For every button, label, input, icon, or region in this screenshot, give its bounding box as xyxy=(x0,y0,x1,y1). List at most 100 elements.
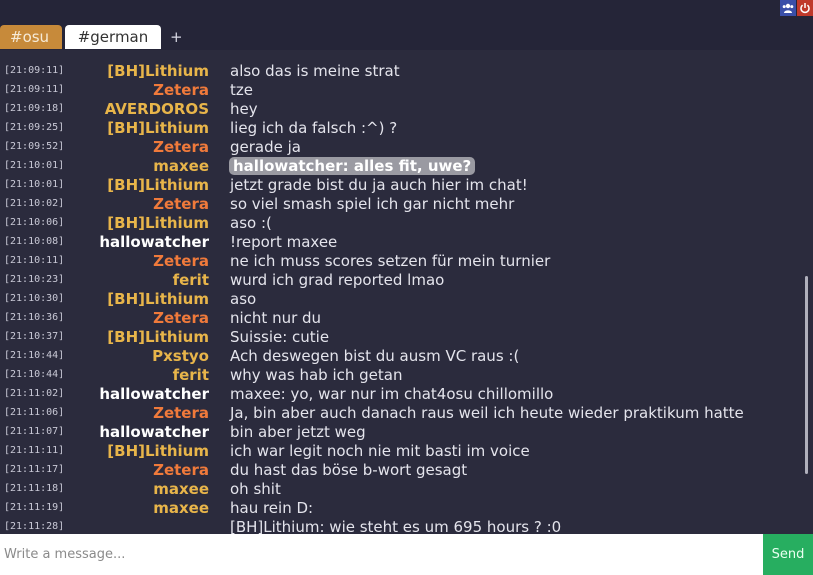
chat-scrollbar[interactable] xyxy=(805,276,808,474)
chat-message: [21:09:25] [BH]Lithium lieg ich da falsch … xyxy=(0,119,800,138)
message-nick[interactable]: Zetera xyxy=(153,404,209,422)
message-nick[interactable]: Zetera xyxy=(153,138,209,156)
chat-message: [21:10:44] Pxstyo Ach deswegen bist du aus… xyxy=(0,347,800,366)
chat-message: [21:10:23] ferit wurd ich grad reported lm… xyxy=(0,271,800,290)
chat-message: [21:10:08] hallowatcher !report maxee xyxy=(0,233,800,252)
message-timestamp: [21:11:19] xyxy=(4,502,65,513)
message-nick[interactable]: Zetera xyxy=(153,81,209,99)
message-text: ne ich muss scores setzen für mein turni… xyxy=(230,252,551,270)
message-timestamp: [21:10:44] xyxy=(4,350,65,361)
message-composer: Send xyxy=(0,534,813,575)
message-nick[interactable]: ferit xyxy=(173,271,209,289)
chat-message: [21:10:02] Zetera so viel smash spiel ich … xyxy=(0,195,800,214)
chat-message: [21:10:44] ferit why was hab ich getan xyxy=(0,366,800,385)
tab-osu[interactable]: #osu xyxy=(0,25,62,49)
chat-message: [21:09:11] Zetera tze xyxy=(0,81,800,100)
message-timestamp: [21:09:18] xyxy=(4,103,65,114)
users-icon[interactable] xyxy=(780,0,796,16)
message-text: hau rein D: xyxy=(230,499,314,517)
message-nick[interactable]: Zetera xyxy=(153,252,209,270)
message-nick[interactable]: Pxstyo xyxy=(152,347,209,365)
message-timestamp: [21:09:11] xyxy=(4,84,65,95)
message-nick[interactable]: hallowatcher xyxy=(99,233,209,251)
message-text: ich war legit noch nie mit basti im voic… xyxy=(230,442,530,460)
send-button[interactable]: Send xyxy=(763,534,813,575)
message-nick[interactable]: Zetera xyxy=(153,309,209,327)
message-text: lieg ich da falsch :^) ? xyxy=(230,119,398,137)
chat-message: [21:11:02] hallowatcher maxee: yo, war nur… xyxy=(0,385,800,404)
chat-message: [21:10:37] [BH]Lithium Suissie: cutie xyxy=(0,328,800,347)
channel-tabs: #osu #german + xyxy=(0,25,183,49)
message-timestamp: [21:11:07] xyxy=(4,426,65,437)
message-text: Ach deswegen bist du ausm VC raus :( xyxy=(230,347,520,365)
message-nick[interactable]: hallowatcher xyxy=(99,423,209,441)
message-timestamp: [21:09:11] xyxy=(4,65,65,76)
message-timestamp: [21:11:11] xyxy=(4,445,65,456)
highlighted-message: hallowatcher: alles fit, uwe? xyxy=(229,157,476,175)
message-nick[interactable]: [BH]Lithium xyxy=(107,214,209,232)
chat-message: [21:11:18] maxee oh shit xyxy=(0,480,800,499)
tab-german[interactable]: #german xyxy=(65,25,161,49)
message-nick[interactable]: maxee xyxy=(153,480,209,498)
message-text: so viel smash spiel ich gar nicht mehr xyxy=(230,195,515,213)
chat-message: [21:11:19] maxee hau rein D: xyxy=(0,499,800,518)
chat-message: [21:10:11] Zetera ne ich muss scores setze… xyxy=(0,252,800,271)
message-timestamp: [21:10:30] xyxy=(4,293,65,304)
message-timestamp: [21:10:36] xyxy=(4,312,65,323)
message-text: Ja, bin aber auch danach raus weil ich h… xyxy=(230,404,744,422)
message-timestamp: [21:10:02] xyxy=(4,198,65,209)
message-text: bin aber jetzt weg xyxy=(230,423,366,441)
message-text: hallowatcher: alles fit, uwe? xyxy=(229,157,476,175)
message-timestamp: [21:10:08] xyxy=(4,236,65,247)
message-text: gerade ja xyxy=(230,138,301,156)
message-text: Suissie: cutie xyxy=(230,328,330,346)
chat-message: [21:09:18] AVERDOROS hey xyxy=(0,100,800,119)
message-nick[interactable]: [BH]Lithium xyxy=(107,62,209,80)
message-nick[interactable]: Zetera xyxy=(153,195,209,213)
message-nick[interactable]: [BH]Lithium xyxy=(107,119,209,137)
chat-log[interactable]: [21:09:11] [BH]Lithium also das is meine s… xyxy=(0,50,813,534)
chat-message: [21:10:01] maxee hallowatcher: alles fit, … xyxy=(0,157,800,176)
chat-message: [21:09:52] Zetera gerade ja xyxy=(0,138,800,157)
message-timestamp: [21:10:37] xyxy=(4,331,65,342)
message-text: why was hab ich getan xyxy=(230,366,403,384)
message-nick[interactable]: maxee xyxy=(153,499,209,517)
message-text: du hast das böse b-wort gesagt xyxy=(230,461,468,479)
add-tab-button[interactable]: + xyxy=(170,25,183,49)
chat-message: [21:10:06] [BH]Lithium aso :( xyxy=(0,214,800,233)
message-timestamp: [21:09:25] xyxy=(4,122,65,133)
message-nick[interactable]: Zetera xyxy=(153,461,209,479)
power-icon[interactable] xyxy=(797,0,813,16)
message-nick[interactable]: [BH]Lithium xyxy=(107,328,209,346)
message-timestamp: [21:11:17] xyxy=(4,464,65,475)
message-nick[interactable]: [BH]Lithium xyxy=(107,176,209,194)
message-nick[interactable]: [BH]Lithium xyxy=(107,442,209,460)
message-nick[interactable]: ferit xyxy=(173,366,209,384)
message-nick[interactable]: maxee xyxy=(153,157,209,175)
top-bar: #osu #german + xyxy=(0,0,813,50)
message-text: hey xyxy=(230,100,258,118)
message-text: !report maxee xyxy=(230,233,338,251)
message-nick[interactable]: [BH]Lithium xyxy=(107,290,209,308)
chat-message: [21:11:07] hallowatcher bin aber jetzt weg xyxy=(0,423,800,442)
message-timestamp: [21:10:01] xyxy=(4,179,65,190)
message-timestamp: [21:10:06] xyxy=(4,217,65,228)
message-nick[interactable]: AVERDOROS xyxy=(105,100,209,118)
message-nick[interactable]: hallowatcher xyxy=(99,385,209,403)
chat-message: [21:11:11] [BH]Lithium ich war legit noch … xyxy=(0,442,800,461)
message-timestamp: [21:11:28] xyxy=(4,521,65,532)
message-timestamp: [21:11:06] xyxy=(4,407,65,418)
chat-message: [21:11:06] Zetera Ja, bin aber auch danach… xyxy=(0,404,800,423)
top-icons xyxy=(780,0,813,16)
message-timestamp: [21:09:52] xyxy=(4,141,65,152)
message-text: wurd ich grad reported lmao xyxy=(230,271,445,289)
message-text: tze xyxy=(230,81,253,99)
message-text: [BH]Lithium: wie steht es um 695 hours ?… xyxy=(230,518,562,534)
message-timestamp: [21:10:01] xyxy=(4,160,65,171)
chat-message: [21:10:01] [BH]Lithium jetzt grade bist du… xyxy=(0,176,800,195)
message-timestamp: [21:10:11] xyxy=(4,255,65,266)
message-text: aso xyxy=(230,290,257,308)
message-input[interactable] xyxy=(0,534,762,575)
chat-message: [21:10:30] [BH]Lithium aso xyxy=(0,290,800,309)
message-timestamp: [21:10:23] xyxy=(4,274,65,285)
